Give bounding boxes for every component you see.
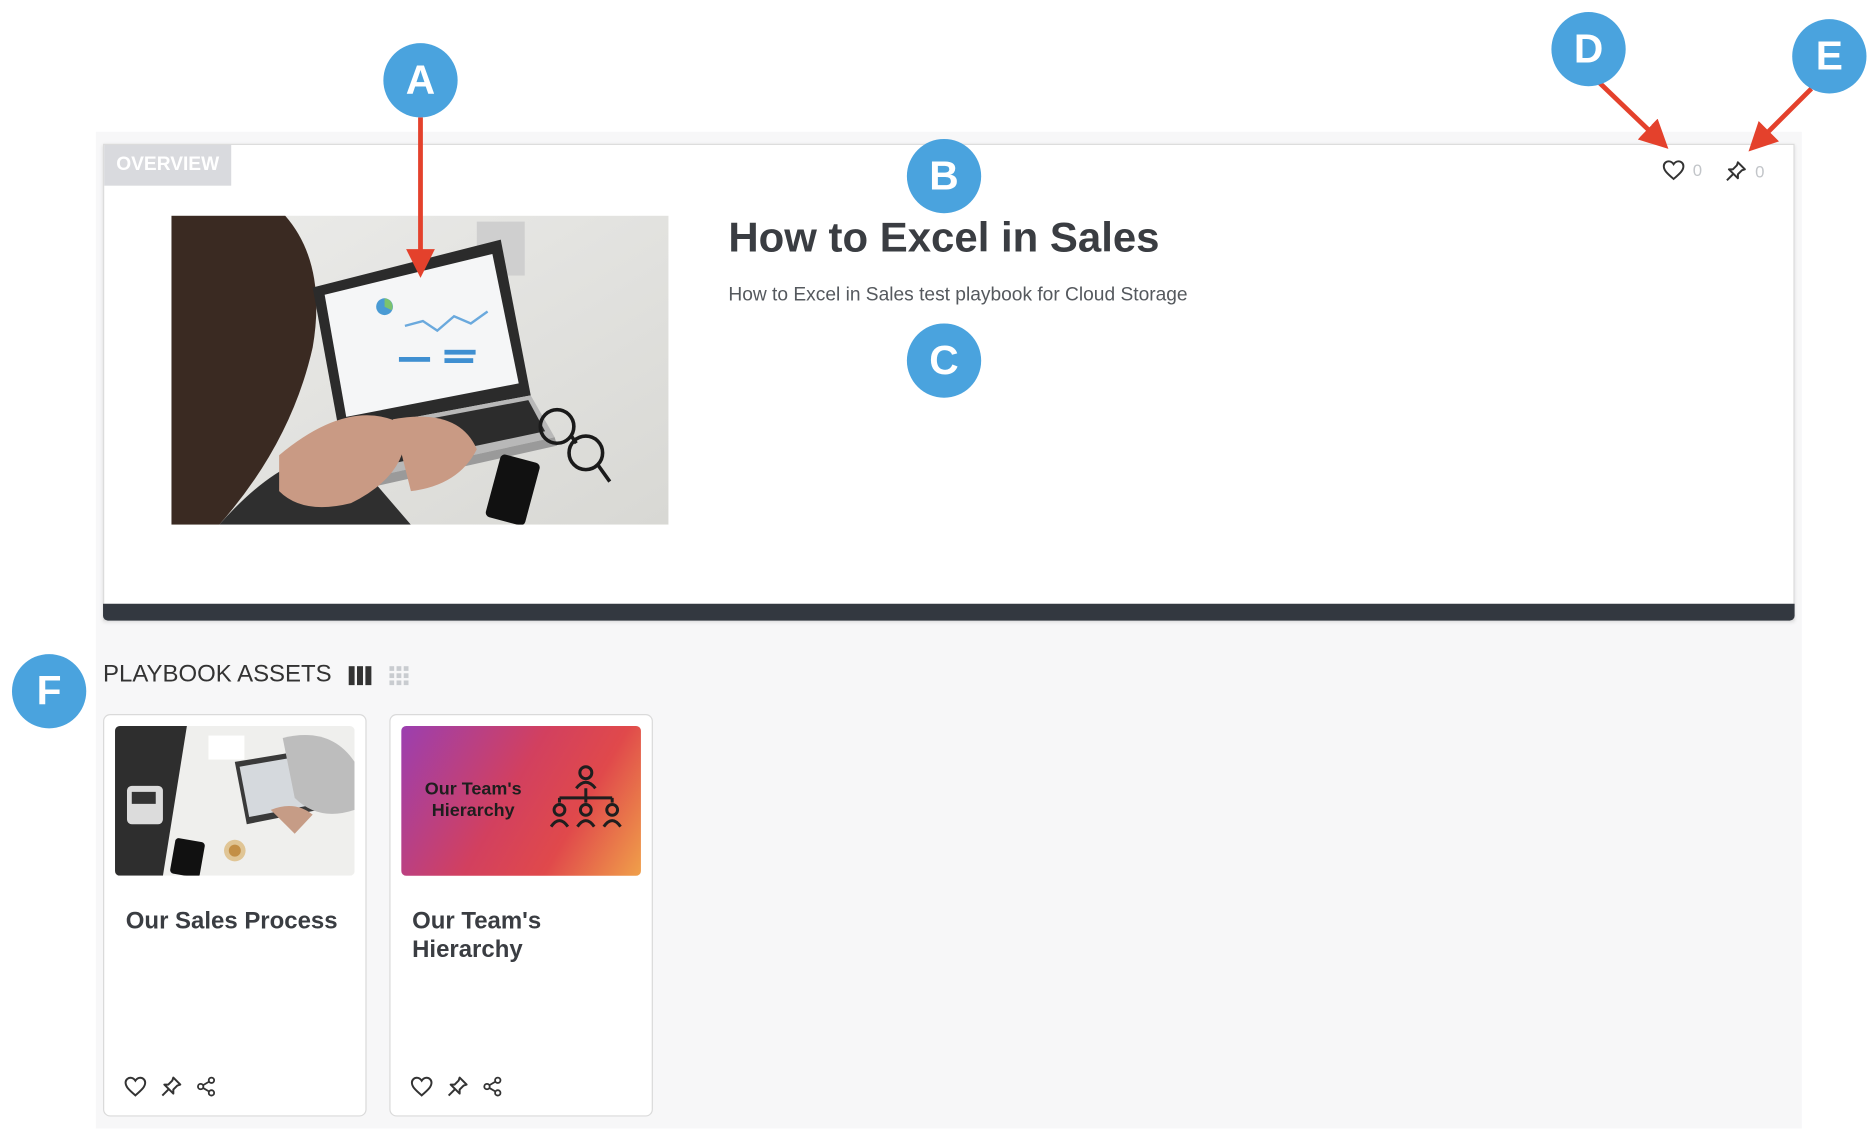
asset-actions — [123, 1075, 216, 1099]
like-stat[interactable]: 0 — [1662, 159, 1702, 181]
callout-d: D — [1551, 11, 1626, 87]
section-title: PLAYBOOK ASSETS — [103, 661, 332, 688]
overview-description: How to Excel in Sales test playbook for … — [728, 285, 1188, 306]
asset-card-team-hierarchy[interactable]: Our Team's Hierarchy Our Team's Hierarch… — [389, 714, 653, 1117]
asset-name[interactable]: Our Sales Process — [126, 907, 348, 936]
playbook-assets-header: PLAYBOOK ASSETS — [103, 661, 409, 689]
asset-thumbnail[interactable] — [115, 725, 355, 876]
pin-icon[interactable] — [1724, 159, 1748, 183]
callout-c: C — [906, 323, 982, 398]
heart-icon[interactable] — [410, 1076, 434, 1098]
share-icon[interactable] — [195, 1076, 217, 1098]
grid-view-icon[interactable] — [389, 665, 409, 685]
overview-footer-bar — [103, 603, 1795, 621]
pin-stat[interactable]: 0 — [1724, 159, 1764, 183]
heart-icon[interactable] — [1662, 159, 1686, 181]
pin-count: 0 — [1755, 161, 1765, 181]
asset-card-sales-process[interactable]: Our Sales Process — [103, 714, 367, 1117]
thumbnail-text: Our Team's Hierarchy — [424, 778, 522, 821]
column-view-icon[interactable] — [348, 665, 372, 685]
callout-a: A — [383, 43, 458, 118]
callout-f: F — [11, 654, 87, 729]
arrow-d — [1596, 79, 1669, 149]
pin-icon[interactable] — [446, 1075, 470, 1099]
stage: OVERVIEW How to Excel in Sales How to Ex… — [0, 0, 1874, 1129]
org-chart-icon — [549, 765, 622, 828]
heart-icon[interactable] — [123, 1076, 147, 1098]
asset-thumbnail[interactable]: Our Team's Hierarchy — [401, 725, 641, 876]
callout-b: B — [906, 138, 982, 214]
share-icon[interactable] — [482, 1076, 504, 1098]
callout-e: E — [1792, 19, 1867, 94]
overview-title: How to Excel in Sales — [728, 214, 1160, 262]
overview-tag: OVERVIEW — [104, 144, 232, 186]
asset-name[interactable]: Our Team's Hierarchy — [412, 907, 634, 965]
like-count: 0 — [1692, 160, 1703, 180]
overview-image[interactable] — [171, 215, 669, 525]
pin-icon[interactable] — [159, 1075, 183, 1099]
asset-actions — [410, 1075, 503, 1099]
